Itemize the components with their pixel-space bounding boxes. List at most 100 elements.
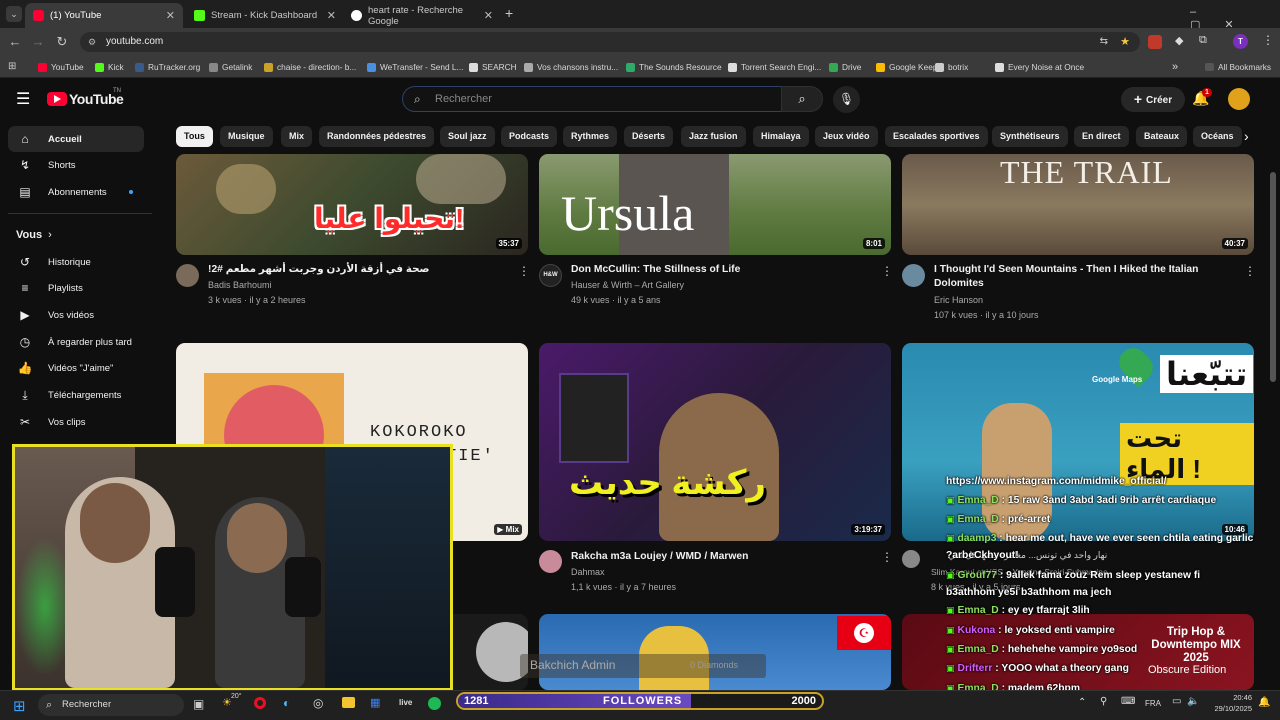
translate-icon[interactable]: ⇆ <box>1100 32 1108 52</box>
sidebar-item-shorts[interactable]: ↯ Shorts <box>8 152 144 178</box>
filter-chip[interactable]: Jazz fusion <box>681 126 746 147</box>
bookmark-item[interactable]: Torrent Search Engi... <box>728 59 821 75</box>
video-thumbnail[interactable]: Ursula 8:01 <box>539 154 891 255</box>
browser-menu-icon[interactable]: ⋮ <box>1262 33 1274 47</box>
tray-overflow-icon[interactable]: ⌃ <box>1078 697 1086 708</box>
close-icon[interactable]: ✕ <box>166 9 175 22</box>
video-title[interactable]: Rakcha m3a Loujey / WMD / Marwen <box>571 550 871 564</box>
account-avatar[interactable] <box>1228 88 1250 110</box>
channel-name[interactable]: Hauser & Wirth – Art Gallery <box>571 278 684 293</box>
tab-kick[interactable]: Stream - Kick Dashboard ✕ <box>186 3 344 28</box>
profile-avatar[interactable]: T <box>1233 34 1248 49</box>
sidebar-item-subscriptions[interactable]: ▤ Abonnements <box>8 179 144 205</box>
bookmark-item[interactable]: The Sounds Resource <box>626 59 722 75</box>
network-icon[interactable]: ▭ <box>1172 696 1181 707</box>
sidebar-item-home[interactable]: ⌂ Accueil <box>8 126 144 152</box>
filter-chip[interactable]: Musique <box>220 126 273 147</box>
bookmark-item[interactable]: YouTube <box>38 59 84 75</box>
extension-icon[interactable] <box>1148 35 1162 49</box>
bookmark-item[interactable]: Vos chansons instru... <box>524 59 618 75</box>
keyboard-icon[interactable]: ⌨ <box>1121 696 1135 707</box>
filter-chip[interactable]: Synthétiseurs <box>992 126 1068 147</box>
omnibox[interactable]: ⚙ youtube.com ★ ⇆ <box>80 32 1140 52</box>
bookmark-item[interactable]: botrix <box>935 59 968 75</box>
opera-icon[interactable] <box>254 697 266 709</box>
more-options-icon[interactable]: ⋮ <box>1244 264 1256 278</box>
filter-chip[interactable]: En direct <box>1074 126 1129 147</box>
video-title[interactable]: I Thought I'd Seen Mountains - Then I Hi… <box>934 263 1230 291</box>
chat-username[interactable]: Emna_D <box>958 683 999 690</box>
filter-chip[interactable]: Himalaya <box>753 126 809 147</box>
bookmark-item[interactable]: SEARCH <box>469 59 517 75</box>
video-thumbnail[interactable]: THE TRAIL 40:37 <box>902 154 1254 255</box>
bookmark-star-icon[interactable]: ★ <box>1120 32 1130 52</box>
reload-icon[interactable]: ↻ <box>53 33 71 51</box>
page-scrollbar[interactable] <box>1270 172 1276 382</box>
tab-youtube[interactable]: (1) YouTube ✕ <box>25 3 183 28</box>
sidebar-item-liked[interactable]: 👍 Vidéos "J'aime" <box>8 355 144 381</box>
apps-grid-icon[interactable]: ⊞ <box>8 61 16 72</box>
clock-date[interactable]: 29/10/2025 <box>1208 704 1252 713</box>
back-arrow-icon[interactable]: ← <box>6 33 24 51</box>
language-indicator[interactable]: FRA <box>1145 699 1161 708</box>
filter-chip[interactable]: Mix <box>281 126 313 147</box>
create-button[interactable]: + Créer <box>1121 87 1185 112</box>
chat-username[interactable]: Drifterr <box>958 663 993 674</box>
more-options-icon[interactable]: ⋮ <box>881 264 893 278</box>
chat-username[interactable]: Emna_D <box>958 644 999 655</box>
channel-name[interactable]: Eric Hanson <box>934 293 983 308</box>
all-bookmarks[interactable]: All Bookmarks <box>1205 59 1271 75</box>
sidebar-item-downloads[interactable]: ⤓ Téléchargements <box>8 382 144 408</box>
photos-icon[interactable]: ▦ <box>370 696 380 709</box>
search-input[interactable]: ⌕ Rechercher <box>402 86 782 112</box>
app-icon[interactable]: ◎ <box>313 696 323 710</box>
extensions-puzzle-icon[interactable]: ⧉ <box>1199 34 1207 47</box>
channel-name[interactable]: Dahmax <box>571 565 605 580</box>
chat-username[interactable]: daamp3 <box>958 533 997 544</box>
forward-arrow-icon[interactable]: → <box>29 33 47 51</box>
video-title[interactable]: صحة في أزقة الأردن وجربت أشهر مطعم #2! <box>208 263 498 277</box>
edge-icon[interactable]: ◐ <box>283 696 290 710</box>
bookmark-item[interactable]: WeTransfer - Send L... <box>367 59 463 75</box>
clock-time[interactable]: 20:46 <box>1230 693 1252 702</box>
volume-icon[interactable]: 🔈 <box>1187 696 1199 707</box>
taskbar-search[interactable]: ⌕ Rechercher <box>38 694 184 716</box>
channel-avatar[interactable]: H&W <box>539 264 562 287</box>
sidebar-you-header[interactable]: Vous › <box>8 222 144 248</box>
bookmark-item[interactable]: Getalink <box>209 59 252 75</box>
bookmarks-overflow-icon[interactable]: » <box>1172 59 1178 75</box>
tray-app-icon[interactable]: ⚲ <box>1100 696 1107 707</box>
live-app-icon[interactable]: live <box>399 698 412 707</box>
chips-next-icon[interactable]: › <box>1244 128 1249 144</box>
site-info-icon[interactable]: ⚙ <box>88 32 96 52</box>
search-button[interactable]: ⌕ <box>781 86 823 112</box>
new-tab-button[interactable]: + <box>505 5 513 21</box>
filter-chip[interactable]: Randonnées pédestres <box>319 126 435 147</box>
chat-username[interactable]: Grouf77 <box>958 570 997 581</box>
close-icon[interactable]: ✕ <box>484 9 493 22</box>
chat-username[interactable]: Emna_D <box>958 514 999 525</box>
channel-avatar[interactable] <box>176 264 199 287</box>
channel-avatar[interactable] <box>902 264 925 287</box>
sidebar-item-playlists[interactable]: ≡ Playlists <box>8 275 144 301</box>
filter-chip[interactable]: Soul jazz <box>440 126 495 147</box>
video-title[interactable]: Don McCullin: The Stillness of Life <box>571 263 871 277</box>
sidebar-item-history[interactable]: ↺ Historique <box>8 249 144 275</box>
windows-start-icon[interactable]: ⊞ <box>13 697 26 715</box>
video-thumbnail[interactable]: ☪ <box>539 614 891 690</box>
filter-chip[interactable]: Tous <box>176 126 213 147</box>
video-thumbnail[interactable]: ركشة حديث 3:19:37 <box>539 343 891 541</box>
channel-name[interactable]: Badis Barhoumi <box>208 278 272 293</box>
tab-google[interactable]: heart rate - Recherche Google ✕ <box>343 3 501 28</box>
video-thumbnail[interactable]: تحيلوا عليا! 35:37 <box>176 154 528 255</box>
bookmark-item[interactable]: Google Keep <box>876 59 937 75</box>
chat-username[interactable]: Emna_D <box>958 605 999 616</box>
bookmark-item[interactable]: Every Noise at Once <box>995 59 1084 75</box>
bookmark-item[interactable]: chaise - direction- b... <box>264 59 356 75</box>
voice-search-button[interactable]: 🎙 <box>833 86 860 113</box>
filter-chip[interactable]: Rythmes <box>563 126 618 147</box>
sidebar-item-clips[interactable]: ✂ Vos clips <box>8 409 144 435</box>
bookmark-item[interactable]: Kick <box>95 59 124 75</box>
youtube-logo-icon[interactable] <box>47 92 67 106</box>
filter-chip[interactable]: Déserts <box>624 126 674 147</box>
